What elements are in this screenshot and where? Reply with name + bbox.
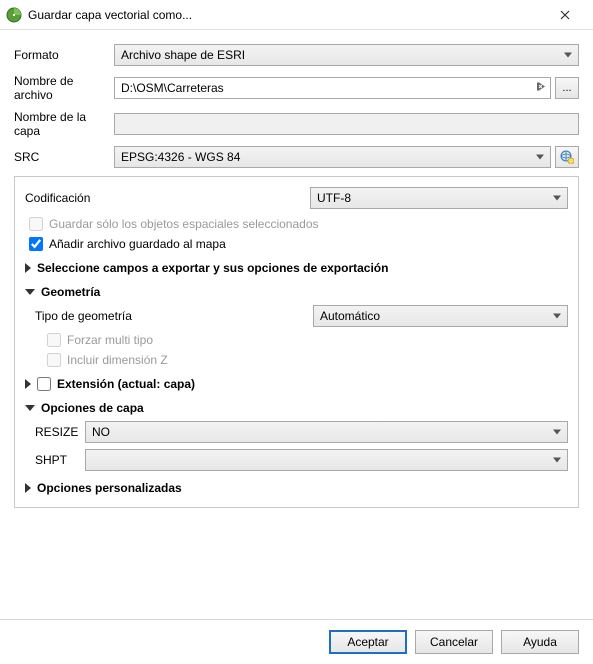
browse-button[interactable]: ...	[555, 77, 579, 99]
chevron-down-icon	[25, 405, 35, 411]
geometry-header-label: Geometría	[41, 285, 100, 299]
filename-label: Nombre de archivo	[14, 74, 114, 102]
filename-input[interactable]	[114, 77, 551, 99]
resize-label: RESIZE	[35, 425, 85, 439]
geometry-section-header[interactable]: Geometría	[25, 285, 568, 299]
add-to-map-checkbox[interactable]	[29, 237, 43, 251]
layername-label: Nombre de la capa	[14, 110, 114, 138]
add-to-map-label: Añadir archivo guardado al mapa	[49, 237, 226, 251]
include-z-checkbox	[47, 353, 61, 367]
force-multi-label: Forzar multi tipo	[67, 333, 153, 347]
cancel-button[interactable]: Cancelar	[415, 630, 493, 654]
fields-section-header[interactable]: Seleccione campos a exportar y sus opcio…	[25, 261, 568, 275]
src-label: SRC	[14, 150, 114, 164]
dialog-content: Formato Archivo shape de ESRI Nombre de …	[0, 30, 593, 518]
formato-select[interactable]: Archivo shape de ESRI	[114, 44, 579, 66]
chevron-right-icon	[25, 483, 31, 493]
layer-options-header-label: Opciones de capa	[41, 401, 144, 415]
ok-button[interactable]: Aceptar	[329, 630, 407, 654]
formato-label: Formato	[14, 48, 114, 62]
app-icon	[6, 7, 22, 23]
fields-header-label: Seleccione campos a exportar y sus opcio…	[37, 261, 388, 275]
include-z-label: Incluir dimensión Z	[67, 353, 168, 367]
chevron-right-icon	[25, 379, 31, 389]
geometry-type-select[interactable]: Automático	[313, 305, 568, 327]
extent-header-label: Extensión (actual: capa)	[57, 377, 195, 391]
save-selected-checkbox	[29, 217, 43, 231]
layer-options-section-header[interactable]: Opciones de capa	[25, 401, 568, 415]
custom-options-section-header[interactable]: Opciones personalizadas	[25, 481, 568, 495]
save-selected-label: Guardar sólo los objetos espaciales sele…	[49, 217, 319, 231]
custom-options-header-label: Opciones personalizadas	[37, 481, 182, 495]
button-bar: Aceptar Cancelar Ayuda	[0, 619, 593, 664]
force-multi-checkbox	[47, 333, 61, 347]
shpt-label: SHPT	[35, 453, 85, 467]
layername-input	[114, 113, 579, 135]
extent-section-header[interactable]: Extensión (actual: capa)	[25, 377, 568, 391]
extent-checkbox[interactable]	[37, 377, 51, 391]
titlebar: Guardar capa vectorial como...	[0, 0, 593, 30]
encoding-select[interactable]: UTF-8	[310, 187, 568, 209]
close-button[interactable]	[545, 1, 585, 29]
shpt-select[interactable]	[85, 449, 568, 471]
window-title: Guardar capa vectorial como...	[28, 8, 545, 22]
chevron-right-icon	[25, 263, 31, 273]
encoding-label: Codificación	[25, 191, 310, 205]
chevron-down-icon	[25, 289, 35, 295]
clear-icon[interactable]	[535, 81, 547, 96]
resize-select[interactable]: NO	[85, 421, 568, 443]
options-group: Codificación UTF-8 Guardar sólo los obje…	[14, 176, 579, 508]
crs-picker-button[interactable]	[555, 146, 579, 168]
help-button[interactable]: Ayuda	[501, 630, 579, 654]
src-select[interactable]: EPSG:4326 - WGS 84	[114, 146, 551, 168]
geometry-type-label: Tipo de geometría	[35, 309, 313, 323]
